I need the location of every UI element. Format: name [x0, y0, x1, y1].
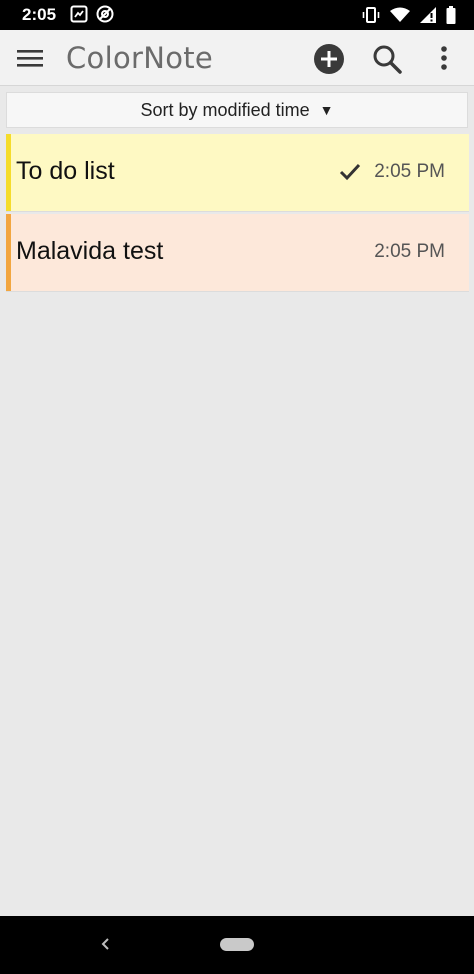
more-vert-icon	[441, 46, 447, 70]
checkmark-icon	[339, 163, 361, 181]
note-item-malavida-test[interactable]: Malavida test 2:05 PM	[6, 214, 469, 292]
note-time: 2:05 PM	[374, 161, 445, 182]
sort-label: Sort by modified time	[140, 99, 310, 120]
note-title: Malavida test	[16, 237, 164, 265]
status-left-icons	[70, 5, 114, 23]
app-title: ColorNote	[66, 41, 214, 75]
status-bar: 2:05	[0, 0, 474, 30]
screenshot-icon	[70, 5, 88, 23]
vibrate-icon	[362, 7, 380, 23]
note-title: To do list	[16, 157, 115, 185]
add-note-button[interactable]	[312, 42, 346, 76]
search-button[interactable]	[370, 42, 404, 76]
back-icon[interactable]	[96, 934, 116, 954]
menu-icon	[17, 50, 43, 67]
more-options-button[interactable]	[432, 42, 456, 76]
add-icon	[314, 44, 344, 74]
note-item-to-do-list[interactable]: To do list 2:05 PM	[6, 134, 469, 212]
home-pill-button[interactable]	[220, 938, 254, 951]
status-right-icons	[362, 6, 456, 24]
sort-dropdown[interactable]: Sort by modified time ▼	[6, 92, 468, 128]
toolbar: ColorNote	[0, 30, 474, 86]
note-color-accent	[6, 134, 11, 211]
menu-button[interactable]	[14, 42, 54, 74]
search-icon	[373, 45, 402, 74]
dropdown-arrow-icon: ▼	[319, 102, 334, 118]
battery-icon	[446, 6, 456, 24]
note-time: 2:05 PM	[374, 241, 445, 262]
wifi-icon	[390, 7, 410, 22]
status-time: 2:05	[22, 5, 57, 24]
alert-icon	[420, 7, 436, 23]
note-color-accent	[6, 214, 11, 291]
do-not-disturb-icon	[96, 5, 114, 23]
navigation-bar	[0, 916, 474, 974]
